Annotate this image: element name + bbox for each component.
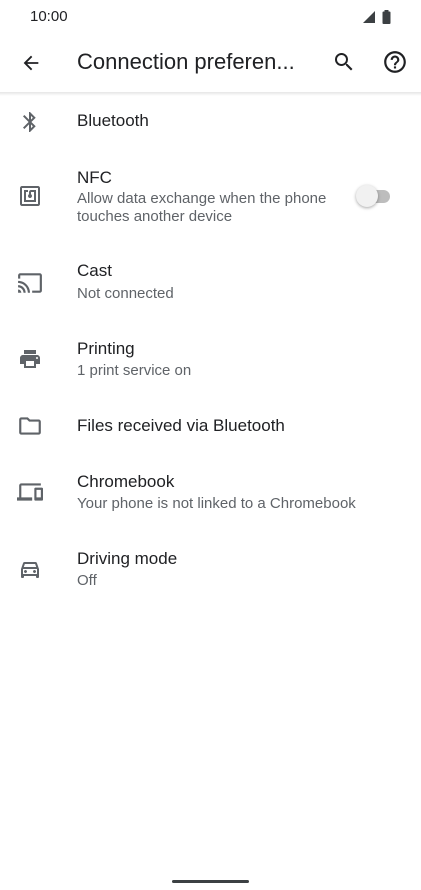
settings-item-title: Cast [77, 261, 112, 280]
battery-icon [382, 10, 391, 24]
search-icon [335, 53, 353, 71]
settings-item-bluetooth[interactable]: Bluetooth [0, 96, 421, 148]
gesture-navigation-handle[interactable] [172, 880, 249, 883]
folder-icon [17, 413, 43, 439]
settings-item-driving-mode[interactable]: Driving mode Off [0, 539, 421, 599]
settings-item-nfc[interactable]: NFC Allow data exchange when the phone t… [0, 160, 421, 232]
settings-item-subtitle: Your phone is not linked to a Chromebook [77, 495, 356, 512]
settings-item-chromebook[interactable]: Chromebook Your phone is not linked to a… [0, 462, 421, 522]
printer-icon [17, 346, 43, 372]
status-bar: 10:00 [0, 0, 421, 34]
settings-item-title: NFC [77, 168, 112, 187]
cast-icon [17, 270, 43, 296]
settings-item-subtitle: Off [77, 572, 97, 589]
toggle-thumb [356, 185, 378, 207]
nfc-icon [17, 183, 43, 209]
car-icon [17, 556, 43, 582]
settings-item-subtitle: Allow data exchange when the phone touch… [77, 190, 327, 225]
settings-item-cast[interactable]: Cast Not connected [0, 252, 421, 312]
bluetooth-icon [17, 109, 43, 135]
page-title: Connection preferen... [77, 49, 295, 74]
settings-item-subtitle: Not connected [77, 285, 174, 302]
help-icon [384, 51, 406, 73]
settings-item-title: Printing [77, 339, 135, 358]
search-button[interactable] [328, 46, 360, 78]
arrow-back-icon [23, 55, 39, 71]
app-bar: Connection preferen... [0, 34, 421, 92]
settings-item-title: Bluetooth [77, 111, 149, 130]
help-button[interactable] [379, 46, 411, 78]
nfc-toggle[interactable] [356, 185, 394, 207]
settings-item-printing[interactable]: Printing 1 print service on [0, 329, 421, 389]
devices-icon [17, 479, 43, 505]
settings-item-subtitle: 1 print service on [77, 362, 192, 379]
back-button[interactable] [14, 46, 48, 80]
status-time: 10:00 [30, 8, 68, 25]
status-icons [362, 10, 391, 24]
settings-item-title: Files received via Bluetooth [77, 416, 285, 435]
settings-item-title: Chromebook [77, 472, 175, 491]
settings-item-files-received[interactable]: Files received via Bluetooth [0, 403, 421, 449]
settings-item-title: Driving mode [77, 549, 178, 568]
cellular-signal-icon [363, 11, 375, 23]
